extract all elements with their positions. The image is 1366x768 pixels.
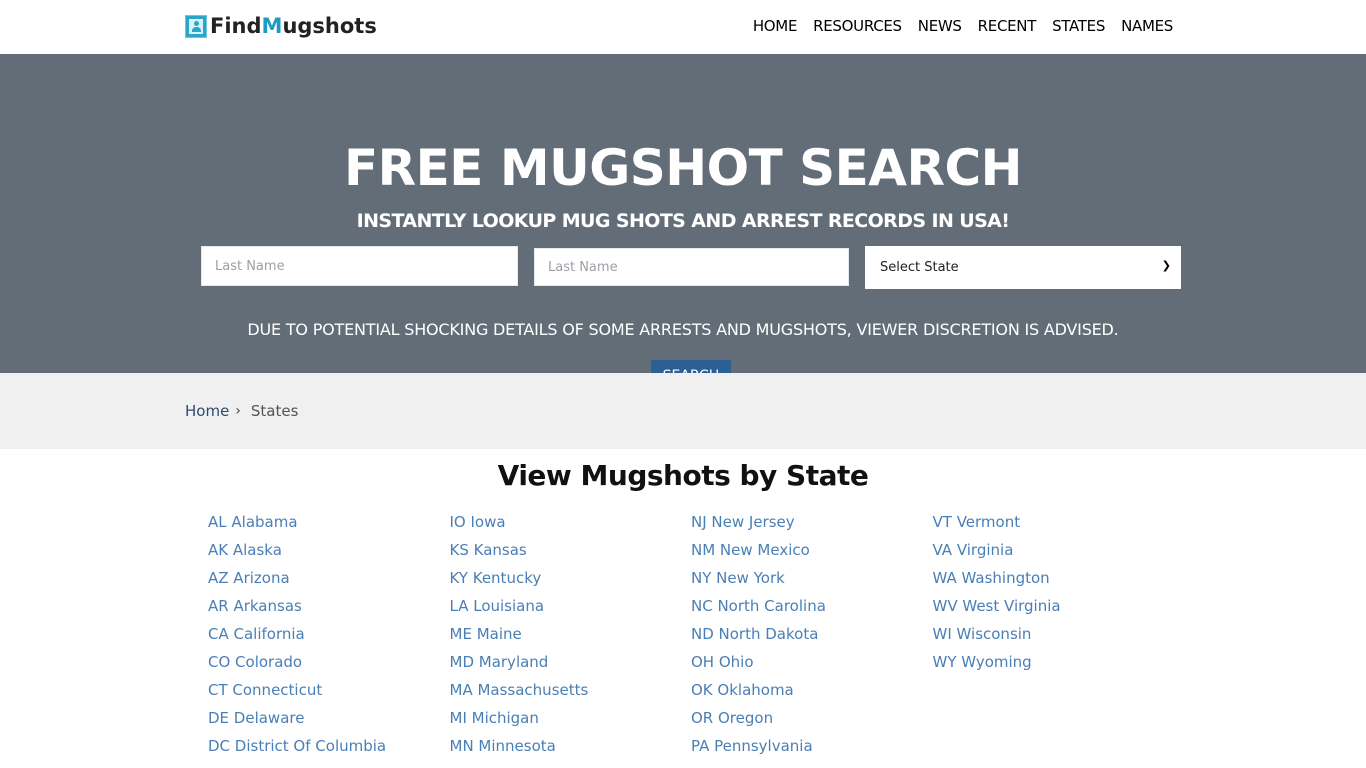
state-link[interactable]: NY New York [691,568,933,596]
state-link[interactable]: AR Arkansas [208,596,450,624]
state-link[interactable]: NC North Carolina [691,596,933,624]
state-link[interactable]: WY Wyoming [933,652,1175,680]
nav-home[interactable]: HOME [753,17,798,35]
nav-recent[interactable]: RECENT [978,17,1037,35]
state-link[interactable]: OK Oklahoma [691,680,933,708]
hero-title: FREE MUGSHOT SEARCH [343,139,1023,197]
search-form: Select State ❯ [201,246,1181,289]
state-link[interactable]: WA Washington [933,568,1175,596]
states-column-2: IO Iowa KS Kansas KY Kentucky LA Louisia… [450,512,692,764]
nav-resources[interactable]: RESOURCES [813,17,902,35]
state-link[interactable]: PA Pennsylvania [691,736,933,764]
last-name-input[interactable] [534,248,849,286]
state-link[interactable]: MA Massachusetts [450,680,692,708]
chevron-right-icon: › [235,403,241,419]
states-column-3: NJ New Jersey NM New Mexico NY New York … [691,512,933,764]
state-link[interactable]: VT Vermont [933,512,1175,540]
state-link[interactable]: ND North Dakota [691,624,933,652]
state-link[interactable]: CA California [208,624,450,652]
logo-text: FindMugshots [210,14,377,38]
states-column-1: AL Alabama AK Alaska AZ Arizona AR Arkan… [208,512,450,764]
nav-news[interactable]: NEWS [918,17,962,35]
state-link[interactable]: LA Louisiana [450,596,692,624]
state-link[interactable]: IO Iowa [450,512,692,540]
breadcrumb: Home › States [185,402,298,420]
breadcrumb-home[interactable]: Home [185,402,229,420]
site-logo[interactable]: FindMugshots [185,14,377,38]
breadcrumb-current: States [250,402,299,420]
hero-search-section: FREE MUGSHOT SEARCH INSTANTLY LOOKUP MUG… [0,54,1366,392]
state-link[interactable]: AZ Arizona [208,568,450,596]
states-column-4: VT Vermont VA Virginia WA Washington WV … [933,512,1175,764]
id-card-icon [185,14,207,38]
state-link[interactable]: VA Virginia [933,540,1175,568]
state-link[interactable]: MD Maryland [450,652,692,680]
state-link[interactable]: WI Wisconsin [933,624,1175,652]
state-link[interactable]: MN Minnesota [450,736,692,764]
state-link[interactable]: OR Oregon [691,708,933,736]
states-grid: AL Alabama AK Alaska AZ Arizona AR Arkan… [208,512,1174,764]
state-link[interactable]: ME Maine [450,624,692,652]
state-select[interactable]: Select State [865,246,1181,289]
state-select-wrapper: Select State ❯ [865,246,1181,289]
state-link[interactable]: KS Kansas [450,540,692,568]
state-link[interactable]: WV West Virginia [933,596,1175,624]
first-name-input[interactable] [201,246,518,286]
site-header: FindMugshots HOME RESOURCES NEWS RECENT … [0,0,1366,54]
nav-names[interactable]: NAMES [1121,17,1173,35]
state-link[interactable]: CT Connecticut [208,680,450,708]
state-link[interactable]: NM New Mexico [691,540,933,568]
state-link[interactable]: KY Kentucky [450,568,692,596]
state-link[interactable]: DE Delaware [208,708,450,736]
discretion-warning: DUE TO POTENTIAL SHOCKING DETAILS OF SOM… [247,320,1119,339]
state-link[interactable]: AK Alaska [208,540,450,568]
state-link[interactable]: AL Alabama [208,512,450,540]
breadcrumb-bar: Home › States [0,373,1366,449]
main-nav: HOME RESOURCES NEWS RECENT STATES NAMES [753,17,1173,35]
state-link[interactable]: OH Ohio [691,652,933,680]
nav-states[interactable]: STATES [1052,17,1105,35]
state-link[interactable]: DC District Of Columbia [208,736,450,764]
state-link[interactable]: NJ New Jersey [691,512,933,540]
state-link[interactable]: CO Colorado [208,652,450,680]
section-title: View Mugshots by State [497,459,869,492]
state-link[interactable]: MI Michigan [450,708,692,736]
hero-subtitle: INSTANTLY LOOKUP MUG SHOTS AND ARREST RE… [356,210,1010,232]
